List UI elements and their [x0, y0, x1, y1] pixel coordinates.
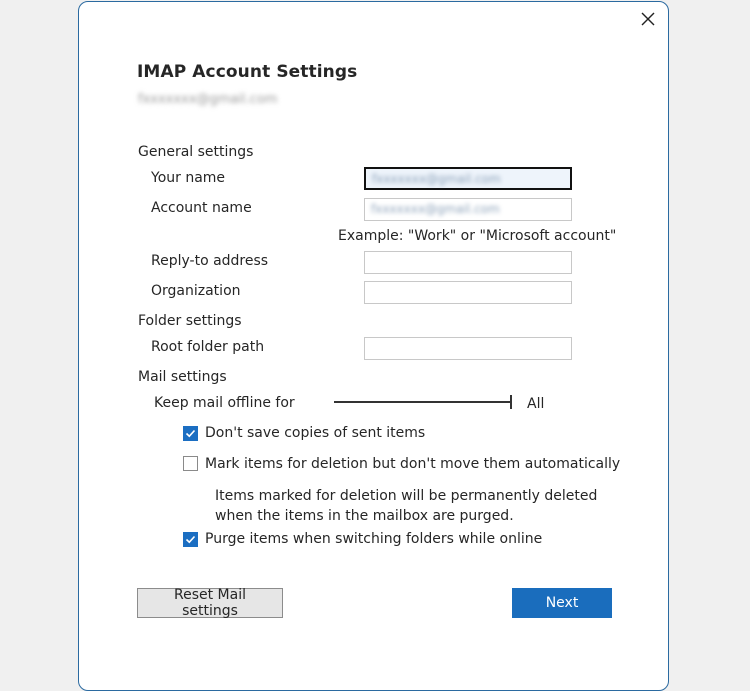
purge-items-label[interactable]: Purge items when switching folders while…: [205, 531, 542, 547]
your-name-label: Your name: [151, 170, 226, 186]
keep-offline-slider[interactable]: [334, 395, 512, 409]
folder-settings-heading: Folder settings: [138, 313, 242, 329]
mark-for-deletion-checkbox[interactable]: [183, 456, 198, 471]
account-name-label: Account name: [151, 200, 252, 216]
account-name-hint: Example: "Work" or "Microsoft account": [338, 228, 617, 244]
reset-mail-settings-button[interactable]: Reset Mail settings: [137, 587, 283, 619]
checkmark-icon: [185, 429, 196, 438]
dont-save-sent-checkbox[interactable]: [183, 426, 198, 441]
your-name-value: fxxxxxxx@gmail.com: [372, 172, 501, 186]
reply-to-input[interactable]: [364, 251, 572, 274]
slider-thumb[interactable]: [510, 395, 512, 409]
organization-label: Organization: [151, 283, 241, 299]
account-name-input[interactable]: fxxxxxxx@gmail.com: [364, 198, 572, 221]
keep-offline-value: All: [527, 396, 545, 412]
mail-settings-heading: Mail settings: [138, 369, 227, 385]
reply-to-label: Reply-to address: [151, 253, 269, 269]
close-icon: [641, 12, 655, 26]
close-button[interactable]: [638, 9, 658, 29]
account-email: fxxxxxxx@gmail.com: [138, 92, 278, 107]
organization-input[interactable]: [364, 281, 572, 304]
dont-save-sent-label[interactable]: Don't save copies of sent items: [205, 425, 425, 441]
root-folder-input[interactable]: [364, 337, 572, 360]
checkmark-icon: [185, 535, 196, 544]
mark-for-deletion-label[interactable]: Mark items for deletion but don't move t…: [205, 456, 620, 472]
root-folder-label: Root folder path: [151, 339, 265, 355]
keep-offline-label: Keep mail offline for: [154, 395, 295, 411]
purge-items-checkbox[interactable]: [183, 532, 198, 547]
next-button[interactable]: Next: [512, 588, 612, 618]
general-settings-heading: General settings: [138, 144, 254, 160]
slider-track: [334, 401, 512, 403]
account-name-value: fxxxxxxx@gmail.com: [371, 202, 500, 216]
dialog-title: IMAP Account Settings: [137, 62, 358, 82]
deletion-note: Items marked for deletion will be perman…: [215, 488, 598, 524]
your-name-input[interactable]: fxxxxxxx@gmail.com: [364, 167, 572, 190]
